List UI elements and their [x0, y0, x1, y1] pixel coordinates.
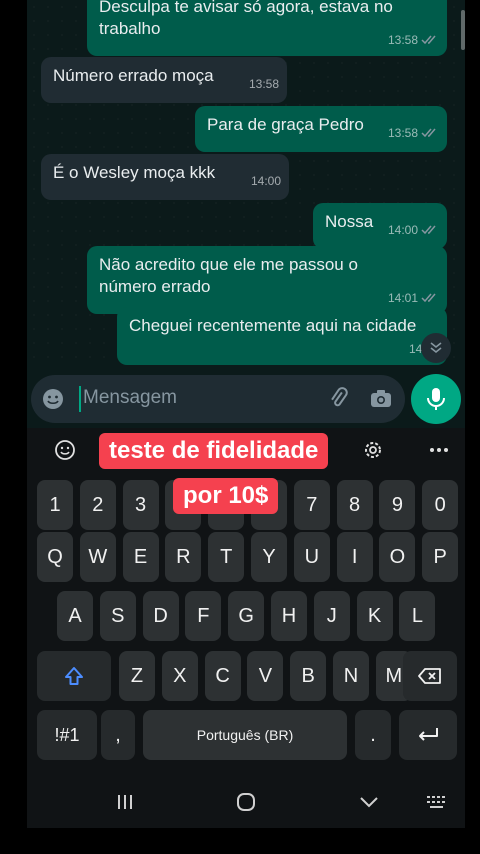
message-meta: 14:00: [388, 219, 439, 241]
message-time: 14:01: [387, 291, 418, 305]
message-meta: 13:58: [249, 73, 279, 95]
backspace-icon: [418, 668, 441, 684]
message-bubble-outgoing[interactable]: Nossa 14:00: [313, 203, 447, 249]
key-d[interactable]: D: [142, 591, 179, 641]
message-bubble-incoming[interactable]: É o Wesley moça kkk 14:00: [41, 154, 289, 200]
period-key[interactable]: .: [355, 710, 391, 760]
text-caret: [79, 386, 81, 412]
comma-key[interactable]: ,: [101, 710, 135, 760]
message-time: 13:58: [387, 33, 418, 47]
key-z[interactable]: Z: [119, 651, 155, 701]
key-1[interactable]: 1: [37, 480, 73, 530]
key-i[interactable]: I: [336, 532, 373, 582]
key-f[interactable]: F: [185, 591, 222, 641]
message-time: 13:58: [387, 126, 418, 140]
key-u[interactable]: U: [293, 532, 330, 582]
key-s[interactable]: S: [99, 591, 136, 641]
message-placeholder: Mensagem: [83, 387, 177, 408]
enter-key[interactable]: [399, 710, 457, 760]
settings-icon[interactable]: [361, 438, 385, 462]
microphone-button[interactable]: [411, 374, 461, 424]
key-l[interactable]: L: [399, 591, 436, 641]
message-text: Cheguei recentemente aqui na cidade: [129, 316, 417, 335]
shift-icon: [65, 667, 83, 685]
key-x[interactable]: X: [161, 651, 198, 701]
message-text: Não acredito que ele me passou o número …: [99, 255, 358, 296]
key-8[interactable]: 8: [336, 480, 373, 530]
home-icon[interactable]: [234, 792, 258, 812]
more-icon[interactable]: [427, 438, 451, 462]
overlay-caption-line-2: por 10$: [173, 478, 279, 514]
key-c[interactable]: C: [204, 651, 241, 701]
key-0[interactable]: 0: [422, 480, 459, 530]
key-e[interactable]: E: [122, 532, 159, 582]
message-meta: 13:58: [388, 122, 439, 144]
keyboard: 1234567890 QWERTYUIOP ASDFGHJKL ZXCVBNM …: [27, 428, 465, 828]
key-3[interactable]: 3: [122, 480, 159, 530]
phone-screen: Desculpa te avisar só agora, estava no t…: [27, 0, 465, 828]
scroll-to-bottom-button[interactable]: [421, 333, 451, 363]
chat-area: Desculpa te avisar só agora, estava no t…: [27, 0, 465, 370]
message-time: 13:58: [248, 77, 279, 91]
key-a[interactable]: A: [57, 591, 93, 641]
key-2[interactable]: 2: [79, 480, 116, 530]
message-bubble-outgoing[interactable]: Desculpa te avisar só agora, estava no t…: [87, 0, 447, 56]
key-o[interactable]: O: [379, 532, 416, 582]
message-bubble-incoming[interactable]: Número errado moça 13:58: [41, 57, 287, 103]
message-text: Número errado moça: [53, 66, 214, 85]
key-9[interactable]: 9: [379, 480, 416, 530]
key-7[interactable]: 7: [293, 480, 330, 530]
message-meta: 14:00: [251, 170, 281, 192]
message-bubble-outgoing[interactable]: Cheguei recentemente aqui na cidade 14:0…: [117, 307, 447, 365]
message-time: 14:00: [250, 174, 281, 188]
paperclip-icon[interactable]: [327, 387, 351, 411]
message-meta: 13:58: [388, 29, 439, 51]
keyboard-icon[interactable]: [425, 792, 449, 812]
message-bubble-outgoing[interactable]: Para de graça Pedro 13:58: [195, 106, 447, 152]
emoji-icon[interactable]: [53, 438, 77, 462]
double-chevron-down-icon: [430, 342, 442, 354]
enter-icon: [419, 728, 438, 741]
message-time: 14:00: [387, 223, 418, 237]
backspace-key[interactable]: [403, 651, 457, 701]
system-navigation-bar: [27, 774, 465, 828]
key-k[interactable]: K: [356, 591, 393, 641]
key-y[interactable]: Y: [251, 532, 287, 582]
back-chevron-down-icon[interactable]: [357, 792, 381, 812]
message-text: É o Wesley moça kkk: [53, 163, 216, 182]
key-t[interactable]: T: [208, 532, 245, 582]
key-h[interactable]: H: [271, 591, 307, 641]
key-n[interactable]: N: [333, 651, 369, 701]
overlay-caption-line-1: teste de fidelidade: [99, 433, 329, 469]
space-key[interactable]: Português (BR): [143, 710, 347, 760]
key-b[interactable]: B: [290, 651, 327, 701]
message-meta: 14:01: [388, 287, 439, 309]
message-bubble-outgoing[interactable]: Não acredito que ele me passou o número …: [87, 246, 447, 314]
double-check-icon: [421, 35, 436, 45]
key-r[interactable]: R: [165, 532, 202, 582]
message-composer: Mensagem: [27, 370, 465, 428]
camera-icon[interactable]: [369, 387, 393, 411]
double-check-icon: [421, 293, 436, 303]
scrollbar[interactable]: [461, 10, 465, 50]
key-q[interactable]: Q: [37, 532, 73, 582]
microphone-icon: [427, 388, 445, 410]
shift-key[interactable]: [37, 651, 111, 701]
recent-apps-icon[interactable]: [113, 792, 137, 812]
symbols-key[interactable]: !#1: [37, 710, 97, 760]
double-check-icon: [421, 225, 436, 235]
key-g[interactable]: G: [228, 591, 265, 641]
message-input[interactable]: Mensagem: [31, 375, 405, 423]
key-v[interactable]: V: [247, 651, 284, 701]
key-j[interactable]: J: [313, 591, 350, 641]
emoji-icon[interactable]: [41, 387, 65, 411]
key-w[interactable]: W: [79, 532, 116, 582]
key-p[interactable]: P: [422, 532, 459, 582]
double-check-icon: [421, 128, 436, 138]
message-text: Desculpa te avisar só agora, estava no t…: [99, 0, 393, 38]
